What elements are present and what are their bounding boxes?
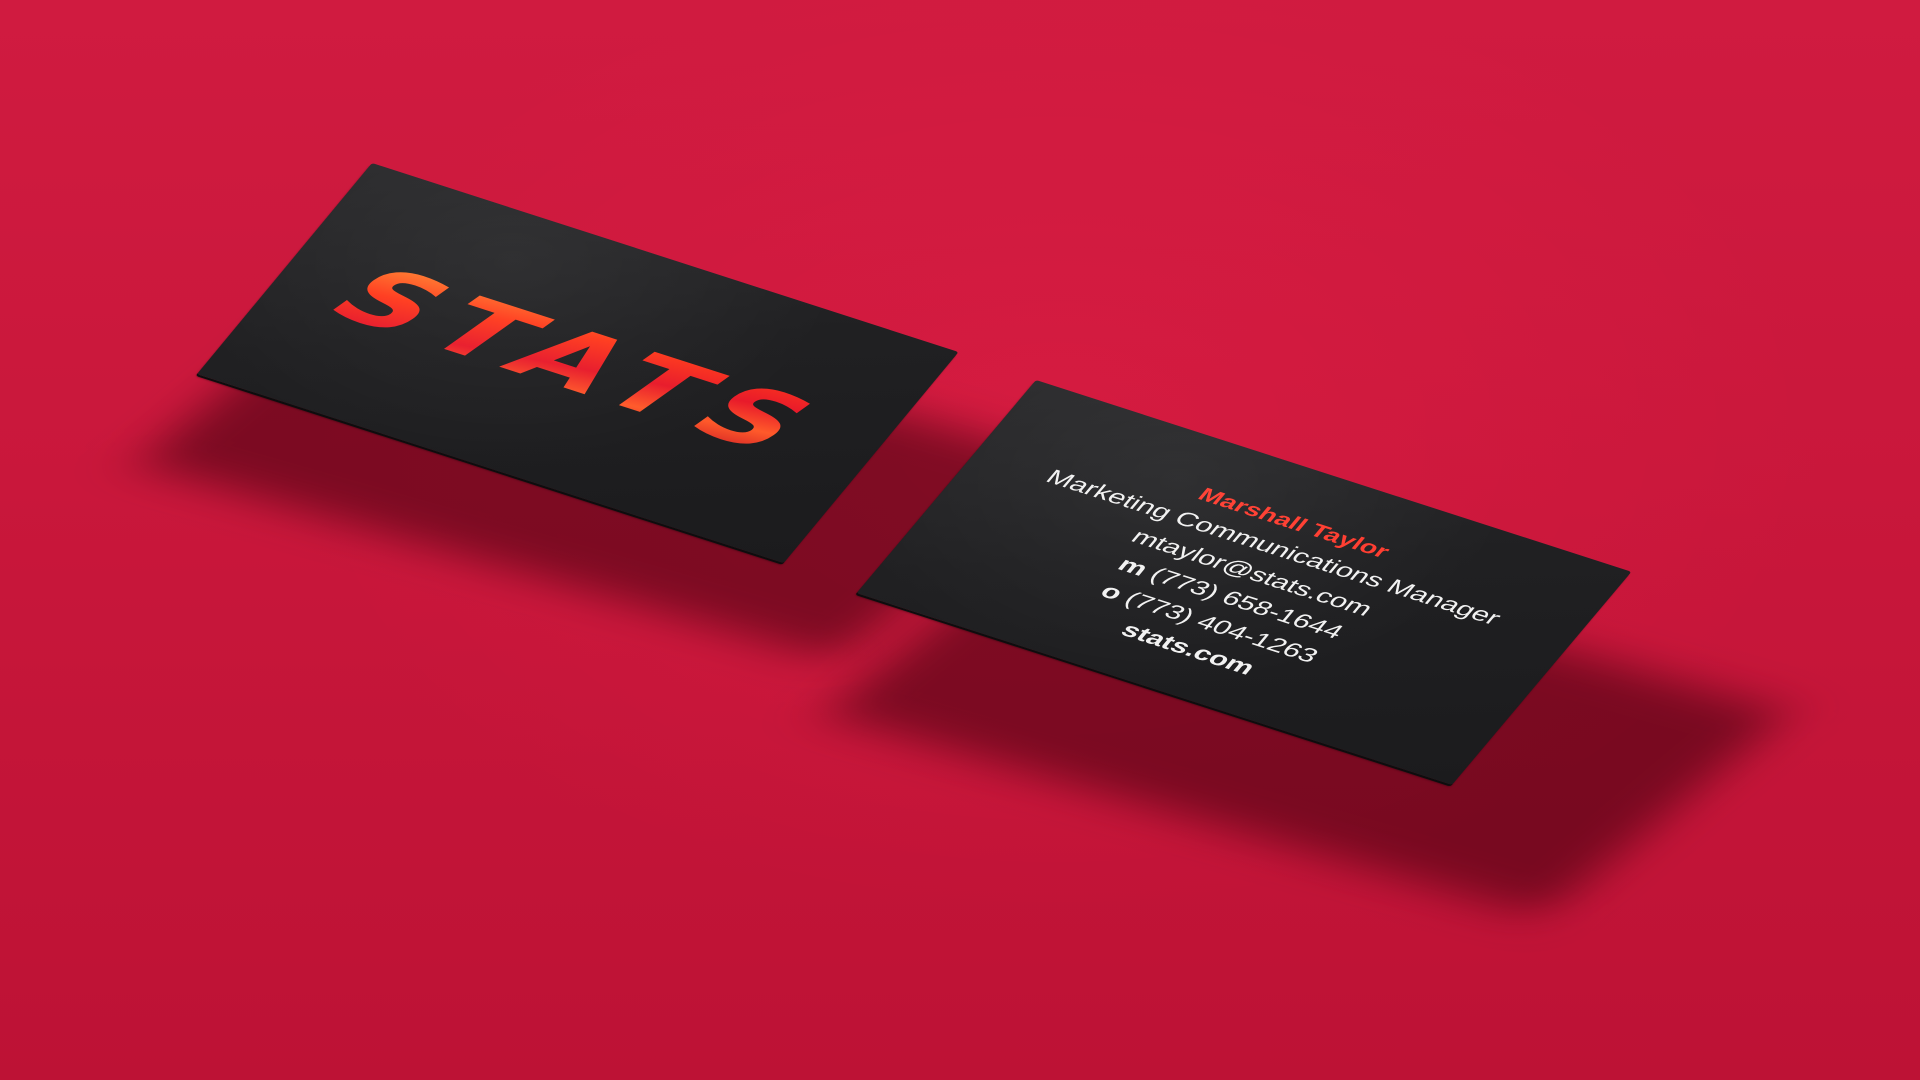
- mobile-prefix: m: [1112, 553, 1154, 581]
